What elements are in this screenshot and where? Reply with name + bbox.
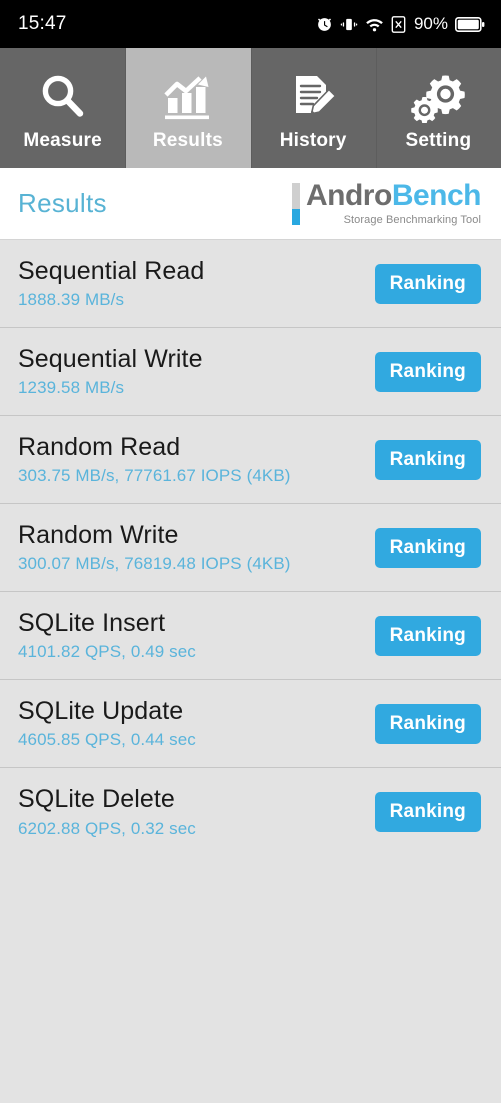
logo-accent-bar — [291, 182, 300, 225]
result-name: SQLite Update — [18, 696, 184, 725]
ranking-button[interactable]: Ranking — [374, 263, 481, 304]
tab-history[interactable]: History — [250, 48, 376, 168]
table-row[interactable]: Sequential Read 1888.39 MB/s Ranking — [0, 240, 501, 328]
table-row[interactable]: Random Write 300.07 MB/s, 76819.48 IOPS … — [0, 504, 501, 592]
androbench-logo: AndroBench Storage Benchmarking Tool — [291, 179, 482, 226]
result-name: Sequential Write — [18, 344, 203, 373]
bar-chart-icon — [162, 70, 214, 124]
result-name: SQLite Insert — [18, 608, 166, 637]
ranking-button[interactable]: Ranking — [374, 792, 481, 832]
ranking-button[interactable]: Ranking — [374, 615, 481, 656]
page-title: Results — [18, 188, 107, 218]
logo-wordmark: AndroBench — [305, 179, 482, 212]
tab-history-label: History — [279, 130, 347, 151]
tab-bar: Measure Results History Setting — [0, 48, 501, 168]
tab-measure-label: Measure — [23, 130, 102, 151]
document-pencil-icon — [287, 70, 339, 124]
logo-bench: Bench — [391, 179, 482, 212]
result-name: Sequential Read — [18, 256, 205, 285]
result-value: 300.07 MB/s, 76819.48 IOPS (4KB) — [18, 554, 291, 574]
page-header: Results AndroBench Storage Benchmarking … — [0, 168, 501, 240]
result-value: 4605.85 QPS, 0.44 sec — [18, 730, 196, 750]
result-value: 4101.82 QPS, 0.49 sec — [18, 642, 196, 662]
tab-measure[interactable]: Measure — [0, 48, 126, 168]
magnifier-icon — [37, 70, 89, 124]
alarm-icon — [316, 16, 333, 33]
ranking-button[interactable]: Ranking — [374, 703, 481, 744]
table-row[interactable]: SQLite Delete 6202.88 QPS, 0.32 sec Rank… — [0, 768, 501, 856]
results-list: Sequential Read 1888.39 MB/s Ranking Seq… — [0, 240, 501, 1102]
tab-setting[interactable]: Setting — [375, 48, 501, 168]
result-name: SQLite Delete — [18, 785, 175, 814]
sd-card-icon — [391, 15, 406, 33]
table-row[interactable]: SQLite Update 4605.85 QPS, 0.44 sec Rank… — [0, 680, 501, 768]
gears-icon — [411, 70, 466, 124]
table-row[interactable]: SQLite Insert 4101.82 QPS, 0.49 sec Rank… — [0, 592, 501, 680]
tab-results[interactable]: Results — [125, 48, 251, 168]
ranking-button[interactable]: Ranking — [374, 527, 481, 568]
tab-results-label: Results — [152, 130, 223, 151]
ranking-button[interactable]: Ranking — [374, 351, 481, 392]
battery-icon — [455, 16, 485, 32]
result-value: 1239.58 MB/s — [18, 378, 125, 398]
ranking-button[interactable]: Ranking — [374, 439, 481, 480]
result-name: Random Read — [18, 432, 181, 461]
status-clock: 15:47 — [18, 13, 67, 34]
logo-andro: Andro — [305, 179, 392, 212]
result-value: 303.75 MB/s, 77761.67 IOPS (4KB) — [18, 466, 291, 486]
logo-tagline: Storage Benchmarking Tool — [343, 214, 481, 226]
status-bar: 15:47 90% — [0, 0, 501, 48]
result-value: 1888.39 MB/s — [18, 290, 125, 310]
result-name: Random Write — [18, 520, 179, 549]
table-row[interactable]: Sequential Write 1239.58 MB/s Ranking — [0, 328, 501, 416]
result-value: 6202.88 QPS, 0.32 sec — [18, 818, 196, 838]
status-icons: 90% — [316, 14, 485, 34]
tab-setting-label: Setting — [405, 130, 472, 151]
battery-percent: 90% — [413, 14, 448, 33]
table-row[interactable]: Random Read 303.75 MB/s, 77761.67 IOPS (… — [0, 416, 501, 504]
vibrate-icon — [340, 16, 358, 33]
wifi-icon — [365, 16, 384, 33]
